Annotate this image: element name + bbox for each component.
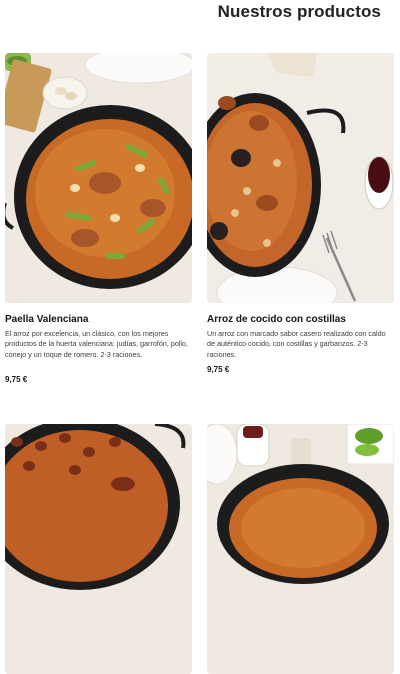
product-name[interactable]: Arroz de cocido con costillas bbox=[207, 314, 346, 325]
paella-photo-4[interactable] bbox=[207, 424, 394, 674]
product-price: 9,75 € bbox=[5, 375, 28, 384]
paella-valenciana-photo[interactable] bbox=[5, 53, 192, 303]
section-title: Nuestros productos bbox=[217, 2, 381, 21]
product-name[interactable]: Paella Valenciana bbox=[5, 314, 88, 325]
product-price: 9,75 € bbox=[207, 365, 230, 374]
product-description: El arroz por excelencia, un clásico, con… bbox=[5, 329, 189, 359]
product-description: Un arroz con marcado sabor casero realiz… bbox=[207, 329, 386, 359]
paella-photo-3[interactable] bbox=[5, 424, 192, 674]
arroz-cocido-photo[interactable] bbox=[207, 53, 394, 303]
